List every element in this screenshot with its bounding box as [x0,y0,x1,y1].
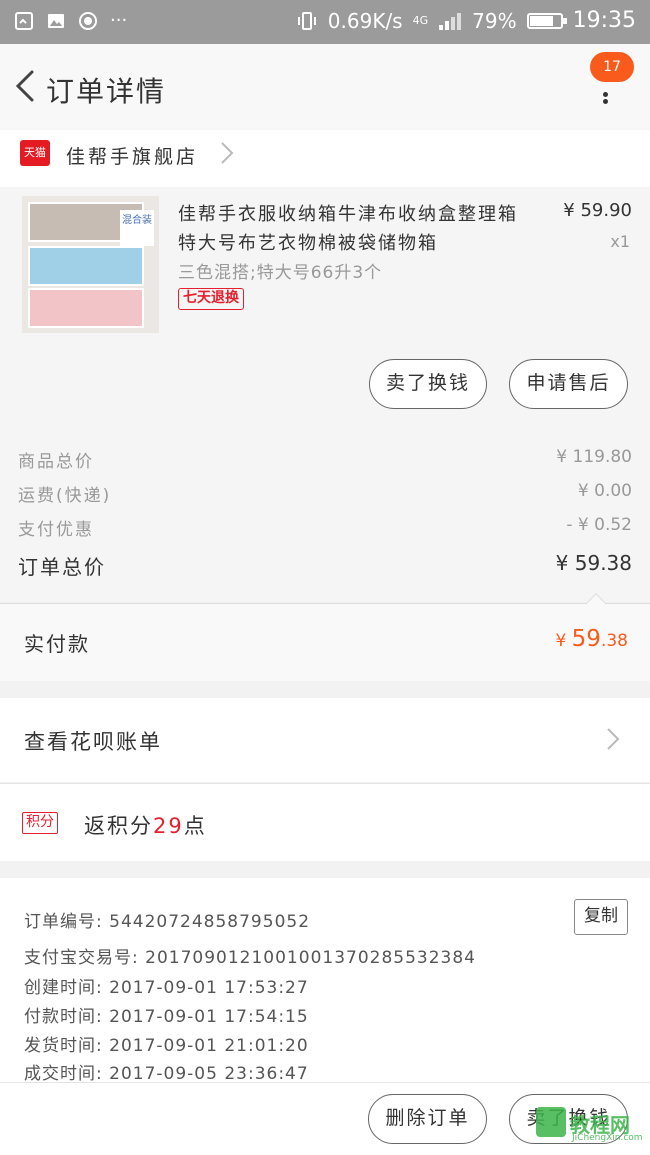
price-summary: 商品总价 ¥ 119.80 运费(快递) ¥ 0.00 支付优惠 - ¥ 0.52 订… [0,420,650,602]
copy-order-number-button[interactable]: 复制 [574,899,628,935]
points-badge: 积分 [22,812,58,834]
product-image-label: 混合装 [120,210,154,246]
site-watermark: 教程网 JiChengXin.com [536,1105,650,1143]
delete-order-button[interactable]: 删除订单 [368,1094,487,1144]
more-notifications-icon: ··· [110,10,128,31]
order-number: 订单编号: 54420724858795052 [24,912,311,932]
more-menu-icon[interactable] [596,84,616,104]
bottom-action-bar: 删除订单 卖了换钱 教程网 JiChengXin.com [0,1082,650,1155]
return-policy-badge: 七天退换 [178,288,244,310]
alipay-trade-number: 支付宝交易号: 2017090121001001370285532384 [24,948,476,968]
product-thumbnail[interactable]: 混合装 [22,196,159,333]
battery-icon [526,12,567,29]
paid-amount: ¥ 59.38 [555,626,628,652]
status-bar-left-icons: ··· [14,10,127,31]
paid-time: 付款时间: 2017-09-01 17:54:15 [24,1007,309,1027]
summary-row-discount: 支付优惠 - ¥ 0.52 [18,515,632,540]
gallery-icon [48,13,64,28]
vibrate-icon [297,11,316,30]
points-amount: 29 [153,814,184,838]
shop-name[interactable]: 佳帮手旗舰店 [66,142,198,169]
page-title: 订单详情 [46,75,167,108]
chevron-right-icon [607,728,620,750]
status-bar-right: 0.69K/s 4G 79% 19:35 [296,8,636,33]
summary-row-total: 订单总价 ¥ 59.38 [18,551,632,579]
huabei-bill-row[interactable]: 查看花呗账单 [0,698,650,782]
watermark-logo-icon [536,1107,566,1137]
storage-box-image [28,246,144,286]
summary-row-goods: 商品总价 ¥ 119.80 [18,447,632,472]
network-speed: 0.69K/s [327,8,403,33]
product-card[interactable]: 混合装 佳帮手衣服收纳箱牛津布收纳盒整理箱特大号布艺衣物棉被袋储物箱 三色混搭;… [0,188,650,420]
points-row: 积分 返积分29点 [0,783,650,861]
nav-bar: 订单详情 [0,44,650,130]
clock: 19:35 [572,8,636,33]
record-icon [79,11,97,30]
sell-resale-button[interactable]: 卖了换钱 [369,359,487,409]
created-time: 创建时间: 2017-09-01 17:53:27 [24,978,309,998]
summary-row-shipping: 运费(快递) ¥ 0.00 [18,481,632,506]
product-quantity: x1 [610,232,630,251]
order-info: 订单编号: 54420724858795052 复制 支付宝交易号: 20170… [0,878,650,1084]
network-type: 4G [412,14,429,27]
battery-percent: 79% [472,8,517,33]
tmall-logo-icon: 天猫 [20,140,50,166]
points-text: 返积分29点 [84,814,207,838]
completed-time: 成交时间: 2017-09-05 23:36:47 [24,1064,309,1084]
status-bar: ··· 0.69K/s 4G 79% 19:35 [0,0,650,44]
message-count-badge[interactable]: 17 [590,52,634,82]
paid-amount-row: 实付款 ¥ 59.38 [0,593,650,681]
huabei-bill-label: 查看花呗账单 [24,730,162,754]
product-price: ¥ 59.90 [563,200,632,221]
paid-label: 实付款 [24,632,90,656]
product-sku: 三色混搭;特大号66升3个 [178,263,383,283]
product-title[interactable]: 佳帮手衣服收纳箱牛津布收纳盒整理箱特大号布艺衣物棉被袋储物箱 [178,200,528,258]
shipped-time: 发货时间: 2017-09-01 21:01:20 [24,1036,309,1056]
signal-icon [439,12,462,30]
storage-box-image [28,288,144,328]
after-sale-button[interactable]: 申请售后 [509,359,628,409]
chevron-right-icon [221,142,234,164]
shop-row[interactable]: 天猫 佳帮手旗舰店 [0,130,650,187]
screenshot-icon [15,11,33,30]
back-arrow-icon[interactable] [10,66,40,106]
